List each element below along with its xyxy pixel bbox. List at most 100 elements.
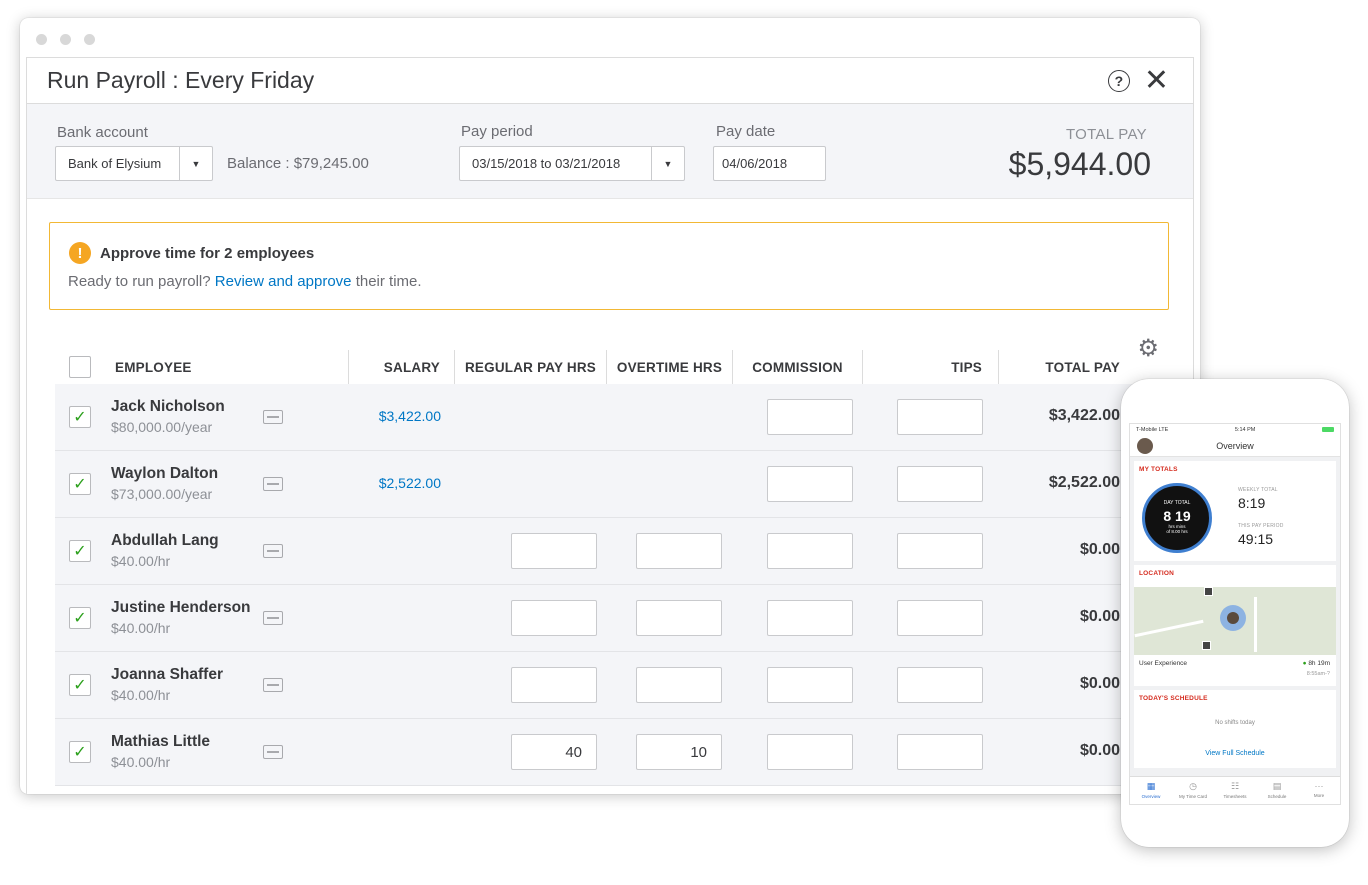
employee-rate: $40.00/hr — [111, 754, 171, 770]
tips-input[interactable] — [897, 533, 983, 569]
row-total-pay: $0.00 — [1079, 608, 1120, 625]
employee-rate: $40.00/hr — [111, 553, 171, 569]
salary-link[interactable]: $2,522.00 — [379, 475, 441, 491]
avatar[interactable] — [1137, 438, 1153, 454]
weekly-total-value: 8:19 — [1238, 495, 1266, 511]
paycheck-icon[interactable] — [263, 544, 283, 558]
row-checkbox[interactable]: ✓ — [69, 741, 91, 763]
location-since: 8:55am-? — [1306, 671, 1330, 677]
weekly-total-label: WEEKLY TOTAL — [1238, 487, 1278, 493]
balance-text: Balance : $79,245.00 — [227, 155, 369, 172]
pay-period-value: 03/15/2018 to 03/21/2018 — [472, 156, 621, 171]
table-header: EMPLOYEE SALARY REGULAR PAY HRS OVERTIME… — [55, 350, 1140, 384]
salary-link[interactable]: $3,422.00 — [379, 408, 441, 424]
carrier-text: T-Mobile LTE — [1136, 426, 1169, 433]
location-name: User Experience — [1139, 660, 1188, 667]
commission-input[interactable] — [767, 667, 853, 703]
col-regular-pay-hrs[interactable]: REGULAR PAY HRS — [455, 350, 607, 384]
pay-date-label: Pay date — [716, 123, 776, 140]
title-bar: Run Payroll : Every Friday ? ✕ — [27, 58, 1193, 104]
select-all-checkbox[interactable] — [69, 350, 91, 384]
battery-icon — [1322, 427, 1334, 432]
alert-text: Ready to run payroll? Review and approve… — [68, 273, 422, 290]
commission-input[interactable] — [767, 533, 853, 569]
tab-more[interactable]: ··· More — [1298, 777, 1340, 804]
schedule-label: TODAY'S SCHEDULE — [1139, 695, 1208, 702]
overtime-hrs-input[interactable] — [636, 600, 722, 636]
regular-hrs-input[interactable] — [511, 533, 597, 569]
paycheck-icon[interactable] — [263, 745, 283, 759]
paycheck-icon[interactable] — [263, 477, 283, 491]
tab-label: Overview — [1141, 794, 1161, 799]
overtime-hrs-input[interactable] — [636, 533, 722, 569]
location-time: 8h 19m — [1303, 660, 1330, 667]
total-pay-value: $5,944.00 — [1008, 146, 1151, 182]
pay-date-input[interactable]: 04/06/2018 — [713, 146, 826, 181]
gear-icon[interactable]: ⚙ — [1137, 334, 1159, 363]
employee-name: Justine Henderson — [111, 599, 251, 616]
chevron-down-icon: ▼ — [651, 147, 684, 180]
bank-account-label: Bank account — [57, 124, 148, 141]
col-tips[interactable]: TIPS — [863, 350, 999, 384]
no-shifts-text: No shifts today — [1215, 720, 1255, 726]
pay-period-dropdown[interactable]: 03/15/2018 to 03/21/2018 ▼ — [459, 146, 685, 181]
tips-input[interactable] — [897, 734, 983, 770]
map-road — [1254, 597, 1257, 652]
payroll-header: Bank account Bank of Elysium ▼ Balance :… — [27, 104, 1193, 199]
col-overtime-hrs[interactable]: OVERTIME HRS — [607, 350, 733, 384]
location-map[interactable] — [1134, 587, 1336, 655]
chevron-down-icon: ▼ — [179, 147, 212, 180]
row-checkbox[interactable]: ✓ — [69, 674, 91, 696]
window-dot-zoom[interactable] — [84, 34, 95, 45]
overtime-hrs-input[interactable]: 10 — [636, 734, 722, 770]
bank-account-value: Bank of Elysium — [68, 156, 162, 171]
table-row: ✓ Abdullah Lang $40.00/hr $0.00 — [55, 518, 1140, 585]
tips-input[interactable] — [897, 600, 983, 636]
table-row: ✓ Justine Henderson $40.00/hr $0.00 — [55, 585, 1140, 652]
review-approve-link[interactable]: Review and approve — [215, 273, 352, 290]
view-full-schedule-link[interactable]: View Full Schedule — [1134, 750, 1336, 757]
tab-my-time-card[interactable]: ◷ My Time Card — [1172, 777, 1214, 804]
tab-timesheets[interactable]: ☷ Timesheets — [1214, 777, 1256, 804]
window-controls — [36, 34, 95, 45]
col-salary[interactable]: SALARY — [349, 350, 455, 384]
window-dot-minimize[interactable] — [60, 34, 71, 45]
overtime-hrs-input[interactable] — [636, 667, 722, 703]
todays-schedule-card: TODAY'S SCHEDULE No shifts today View Fu… — [1134, 690, 1336, 768]
window-dot-close[interactable] — [36, 34, 47, 45]
tips-input[interactable] — [897, 667, 983, 703]
tips-input[interactable] — [897, 399, 983, 435]
paycheck-icon[interactable] — [263, 611, 283, 625]
commission-input[interactable] — [767, 734, 853, 770]
regular-hrs-input[interactable] — [511, 667, 597, 703]
close-icon[interactable]: ✕ — [1144, 65, 1169, 95]
phone-nav-title: Overview — [1216, 440, 1254, 451]
row-checkbox[interactable]: ✓ — [69, 473, 91, 495]
bank-account-dropdown[interactable]: Bank of Elysium ▼ — [55, 146, 213, 181]
col-total-pay[interactable]: TOTAL PAY — [999, 350, 1140, 384]
row-checkbox[interactable]: ✓ — [69, 540, 91, 562]
help-icon[interactable]: ? — [1107, 69, 1130, 92]
row-checkbox[interactable]: ✓ — [69, 406, 91, 428]
tab-schedule[interactable]: ▤ Schedule — [1256, 777, 1298, 804]
col-commission[interactable]: COMMISSION — [733, 350, 863, 384]
phone-status-bar: T-Mobile LTE 5:14 PM — [1130, 424, 1340, 435]
table-row: ✓ Waylon Dalton $73,000.00/year $2,522.0… — [55, 451, 1140, 518]
tips-input[interactable] — [897, 466, 983, 502]
alert-title: Approve time for 2 employees — [100, 245, 315, 262]
employee-rate: $73,000.00/year — [111, 486, 213, 502]
commission-input[interactable] — [767, 600, 853, 636]
col-employee[interactable]: EMPLOYEE — [115, 350, 349, 384]
regular-hrs-input[interactable] — [511, 600, 597, 636]
overview-icon: ▦ — [1146, 781, 1156, 791]
paycheck-icon[interactable] — [263, 410, 283, 424]
row-total-pay: $0.00 — [1079, 541, 1120, 558]
commission-input[interactable] — [767, 466, 853, 502]
regular-hrs-input[interactable]: 40 — [511, 734, 597, 770]
tab-overview[interactable]: ▦ Overview — [1130, 777, 1172, 804]
map-marker-icon — [1204, 587, 1213, 596]
paycheck-icon[interactable] — [263, 678, 283, 692]
employee-name: Joanna Shaffer — [111, 666, 223, 683]
row-checkbox[interactable]: ✓ — [69, 607, 91, 629]
commission-input[interactable] — [767, 399, 853, 435]
